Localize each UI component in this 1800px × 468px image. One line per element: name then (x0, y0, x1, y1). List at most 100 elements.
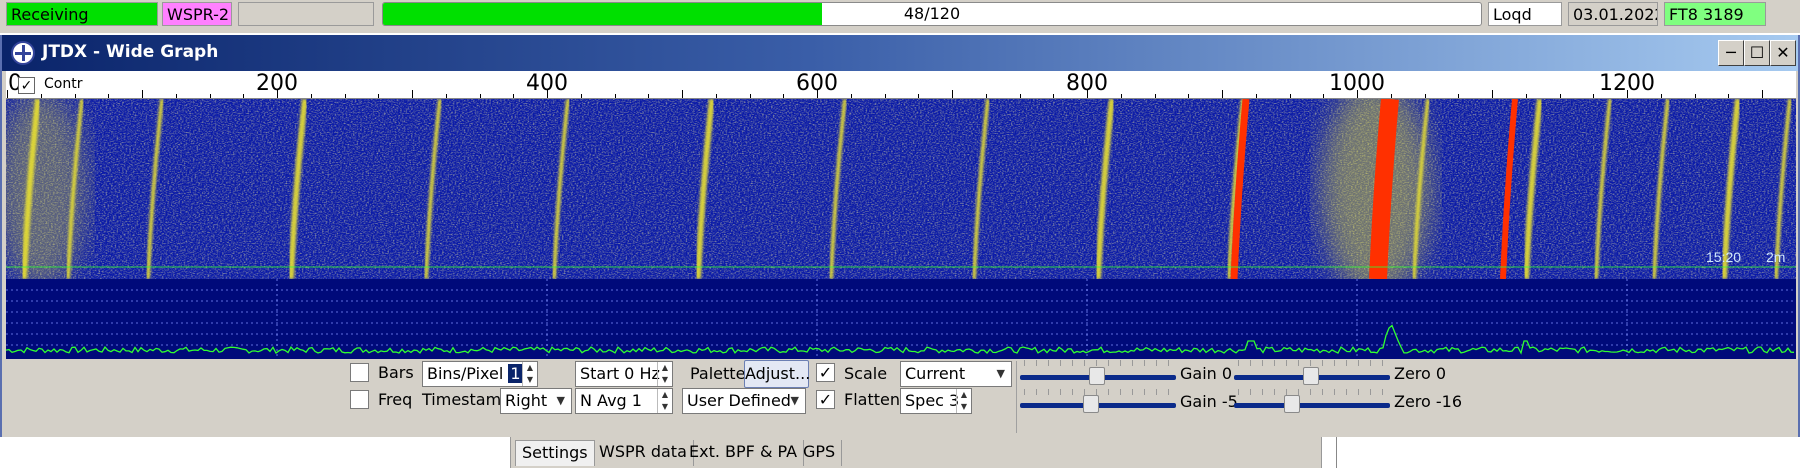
progress-text: 48/120 (903, 4, 961, 23)
close-button[interactable]: ✕ (1770, 40, 1796, 66)
scale-tick (1154, 94, 1156, 98)
controls-panel: Bars Freq Bins/Pixel 1 ▲ ▼ Timestamp Righ… (2, 359, 1798, 437)
scale-tick (884, 94, 886, 98)
palette-combo[interactable]: User Defined ▼ (682, 388, 806, 414)
maximize-button[interactable]: ☐ (1744, 40, 1770, 66)
bottom-strip: Settings WSPR data Ext. BPF & PA GPS (0, 437, 1800, 468)
scale-tick (74, 94, 76, 98)
navg-spin-arrows-icon[interactable]: ▲ ▼ (657, 389, 672, 413)
chevron-down-icon: ▼ (996, 367, 1005, 380)
flatten-label: Flatten (844, 390, 900, 409)
zero-slider-2[interactable] (1234, 395, 1390, 415)
scale-tick (715, 94, 717, 98)
tab-bar: Settings WSPR data Ext. BPF & PA GPS (510, 437, 1322, 468)
date-display: 03.01.2022 (1568, 2, 1658, 26)
zero2-track (1234, 403, 1390, 408)
tab-settings[interactable]: Settings (515, 440, 595, 466)
waterfall-strong-trace (1369, 99, 1399, 279)
tx-info: FT8 3189 (1664, 2, 1766, 26)
start-spin-arrows-icon[interactable]: ▲ ▼ (657, 362, 672, 386)
controls-separator (1016, 361, 1017, 433)
gain-slider-1[interactable] (1020, 367, 1176, 387)
receiving-status: Receiving (6, 2, 158, 26)
scale-tick (614, 94, 616, 98)
scale-tick (1222, 90, 1223, 98)
scale-tick (682, 90, 683, 98)
scale-tick (1424, 94, 1426, 98)
flatten-checkbox[interactable]: ✓ (816, 390, 835, 409)
scale-tick (1762, 90, 1763, 98)
bins-label: Bins/Pixel (427, 364, 504, 383)
timestamp-value: Right (505, 391, 548, 410)
gain1-thumb[interactable] (1089, 367, 1105, 385)
spectrum-display[interactable] (6, 279, 1796, 359)
scale-tick (1120, 94, 1122, 98)
contr-checkbox[interactable]: ✓ (18, 77, 35, 94)
zero1-ticks (1238, 360, 1388, 366)
spec-spinbox[interactable]: Spec 3 ▲ ▼ (900, 388, 972, 414)
scale-tick (1255, 94, 1257, 98)
scale-tick (479, 94, 481, 98)
scale-tick (108, 94, 110, 98)
mode-badge: WSPR-2 (162, 2, 232, 26)
minimize-button[interactable]: ─ (1718, 40, 1744, 66)
scale-tick (1188, 94, 1190, 98)
bars-checkbox[interactable] (350, 363, 369, 382)
app-compass-icon (11, 41, 35, 65)
frequency-scale[interactable]: 0 200 400 600 800 1000 1200 ✓ Contr (6, 71, 1796, 99)
log-indicator: Loqd (1488, 2, 1562, 26)
scale-tick (142, 90, 143, 98)
scale-tick (1559, 94, 1561, 98)
scale-label-200: 200 (256, 71, 298, 96)
tab-gps[interactable]: GPS (797, 440, 843, 466)
spectrum-line (6, 324, 1795, 355)
scale-tick (749, 94, 751, 98)
adjust-palette-button[interactable]: Adjust... (744, 360, 810, 388)
palette-value: User Defined (687, 391, 791, 410)
scale-tick (1019, 94, 1021, 98)
scale-tick (378, 94, 380, 98)
gain2-thumb[interactable] (1083, 395, 1099, 413)
scale-label-800: 800 (1066, 71, 1108, 96)
chevron-down-icon: ▼ (556, 394, 565, 407)
zero1-thumb[interactable] (1303, 367, 1319, 385)
timestamp-label: Timestamp (422, 390, 512, 409)
minimize-icon: ─ (1726, 43, 1736, 62)
start-frequency-spinbox[interactable]: Start 0 Hz ▲ ▼ (575, 361, 673, 387)
waterfall-display[interactable]: 15:20 2m (6, 99, 1796, 279)
zero-slider-1[interactable] (1234, 367, 1390, 387)
bins-value[interactable]: 1 (508, 364, 523, 383)
waterfall-timestamp-suffix: 2m (1766, 249, 1785, 265)
spectrum-mode-combo[interactable]: Current ▼ (900, 361, 1012, 387)
scale-tick (1390, 94, 1392, 98)
title-bar[interactable]: JTDX - Wide Graph ─ ☐ ✕ (2, 35, 1798, 71)
freq-checkbox[interactable] (350, 390, 369, 409)
scale-tick (1593, 94, 1595, 98)
gain2-label: Gain -5 (1180, 392, 1238, 411)
zero2-thumb[interactable] (1284, 395, 1300, 413)
scale-tick (1728, 94, 1730, 98)
scale-tick (648, 94, 650, 98)
period-progress-bar: 48/120 (382, 2, 1482, 26)
navg-value: N Avg 1 (580, 391, 642, 410)
bottom-divider (1336, 437, 1337, 468)
scale-tick (918, 94, 920, 98)
scale-tick (1458, 94, 1460, 98)
bars-label: Bars (378, 363, 414, 382)
spec-spin-arrows-icon[interactable]: ▲ ▼ (956, 389, 971, 413)
chevron-down-icon: ▼ (790, 394, 799, 407)
start-value: Start 0 Hz (580, 364, 660, 383)
bins-per-pixel-spinbox[interactable]: Bins/Pixel 1 ▲ ▼ (422, 361, 538, 387)
scale-tick (513, 94, 515, 98)
maximize-icon: ☐ (1749, 43, 1765, 62)
n-avg-spinbox[interactable]: N Avg 1 ▲ ▼ (575, 388, 673, 414)
scale-tick (1289, 94, 1291, 98)
tab-ext-bpf-pa[interactable]: Ext. BPF & PA (683, 440, 805, 466)
bins-spin-arrows-icon[interactable]: ▲ ▼ (522, 362, 537, 386)
timestamp-combo[interactable]: Right ▼ (500, 388, 572, 414)
tab-wspr-data[interactable]: WSPR data (593, 440, 694, 466)
gain-slider-2[interactable] (1020, 395, 1176, 415)
spec-value: Spec 3 (905, 391, 960, 410)
scale-tick (40, 94, 42, 98)
scale-checkbox[interactable]: ✓ (816, 363, 835, 382)
